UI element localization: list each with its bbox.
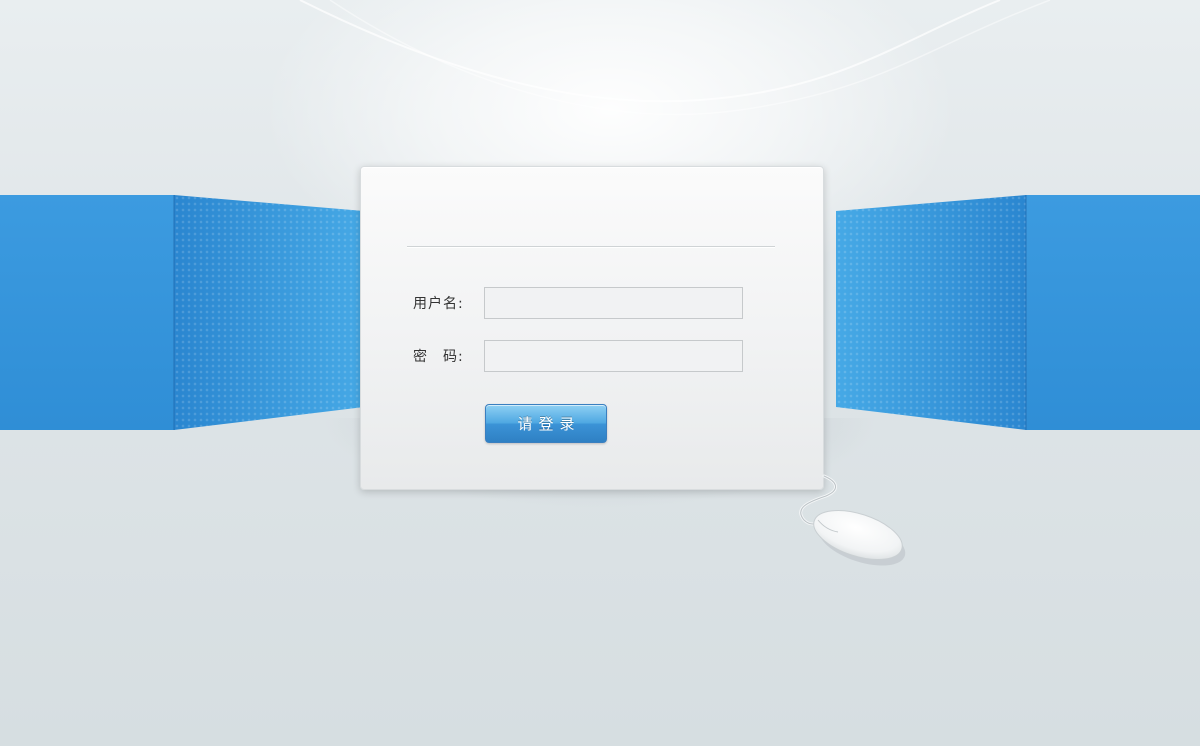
username-row: 用户名: bbox=[413, 287, 743, 319]
computer-mouse-icon bbox=[799, 474, 906, 566]
right-wall-corner bbox=[1025, 195, 1027, 430]
password-input[interactable] bbox=[484, 340, 743, 372]
login-panel: 用户名: 密 码: 请登录 bbox=[360, 166, 824, 490]
right-wall-outer bbox=[1026, 195, 1200, 430]
panel-divider bbox=[407, 246, 775, 247]
password-label: 密 码: bbox=[413, 349, 464, 365]
password-row: 密 码: bbox=[413, 340, 743, 372]
left-wall-outer bbox=[0, 195, 175, 430]
right-wall-inner bbox=[836, 195, 1026, 430]
left-wall-inner bbox=[174, 195, 364, 430]
username-label: 用户名: bbox=[413, 296, 464, 312]
login-button[interactable]: 请登录 bbox=[485, 404, 607, 443]
left-wall-corner bbox=[173, 195, 175, 430]
username-input[interactable] bbox=[484, 287, 743, 319]
